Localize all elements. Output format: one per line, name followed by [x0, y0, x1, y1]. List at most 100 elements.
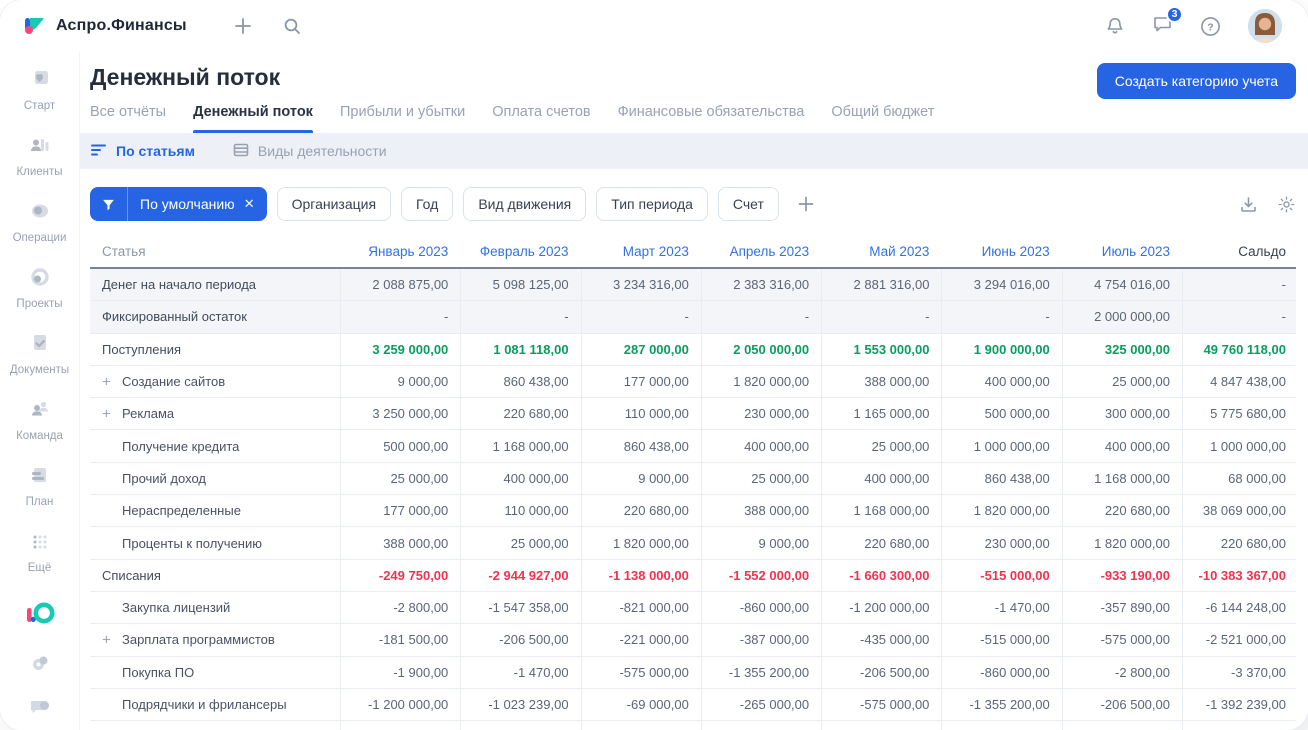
- sidebar-item-label: Проекты: [16, 298, 63, 310]
- row-label: Проценты к получению: [122, 535, 262, 551]
- row-value: 388 000,00: [700, 495, 821, 527]
- filter-chip-year[interactable]: Год: [401, 187, 454, 221]
- row-value: 110 000,00: [580, 398, 701, 430]
- sidebar-item-documents[interactable]: Документы: [1, 324, 79, 383]
- row-value: 1 820 000,00: [941, 495, 1061, 527]
- row-value: -1 900,00: [340, 656, 460, 688]
- row-value: 230 000,00: [941, 527, 1061, 559]
- tab-profit-loss[interactable]: Прибыли и убытки: [340, 104, 465, 133]
- row-value: -860 000,00: [700, 591, 821, 624]
- tab-all-reports[interactable]: Все отчёты: [90, 104, 166, 133]
- row-value: -6 144 248,00: [1181, 721, 1296, 730]
- row-value: -181 500,00: [340, 624, 460, 656]
- expand-plus-icon[interactable]: +: [102, 406, 111, 421]
- row-value: 220 680,00: [580, 495, 701, 527]
- row-value: 5 775 680,00: [1181, 398, 1296, 430]
- row-value: -515 000,00: [941, 624, 1061, 656]
- table-row: + Зарплата программистов -181 500,00 -206 5…: [90, 624, 1296, 657]
- row-value: 9 000,00: [580, 462, 701, 495]
- sidebar-item-operations[interactable]: Операции: [1, 192, 79, 251]
- row-value: -: [941, 301, 1061, 333]
- tab-financial-obligations[interactable]: Финансовые обязательства: [618, 104, 805, 133]
- search-icon[interactable]: [283, 17, 302, 36]
- row-value: 2 088 875,00: [340, 269, 460, 301]
- aspro-product-logo-icon[interactable]: [25, 602, 55, 628]
- row-value: -: [821, 301, 941, 333]
- row-value: -1 547 358,00: [460, 591, 580, 624]
- support-chat-icon[interactable]: [29, 698, 51, 718]
- create-category-button[interactable]: Создать категорию учета: [1096, 63, 1296, 99]
- sidebar-item-team[interactable]: Команда: [1, 390, 79, 449]
- row-value: 1 820 000,00: [1061, 527, 1182, 559]
- row-value: 25 000,00: [700, 462, 821, 495]
- clear-filter-icon[interactable]: ✕: [244, 196, 255, 212]
- row-value: -249 750,00: [340, 559, 460, 591]
- row-value: -1 200 000,00: [821, 591, 941, 624]
- row-value: -206 500,00: [821, 656, 941, 688]
- row-value: 400 000,00: [941, 365, 1061, 398]
- documents-icon: [28, 331, 52, 360]
- sidebar-item-clients[interactable]: Клиенты: [1, 126, 79, 185]
- filter-funnel-icon: [90, 187, 127, 221]
- sidebar-item-label: Ещё: [27, 562, 52, 574]
- row-value: 220 680,00: [1061, 495, 1182, 527]
- page-header: Денежный поток Создать категорию учета В…: [80, 52, 1308, 133]
- table-row: Закупка лицензий -2 800,00 -1 547 358,00 -8…: [90, 591, 1296, 625]
- table-row: Покупка ПО -1 900,00 -1 470,00 -575 000,00-…: [90, 656, 1296, 689]
- row-value: 400 000,00: [821, 462, 941, 495]
- help-icon[interactable]: ?: [1200, 16, 1221, 37]
- table-row: + Реклама 3 250 000,00 220 680,00 110 000,00…: [90, 398, 1296, 431]
- row-value: -2 944 927,00: [460, 559, 580, 591]
- add-filter-icon[interactable]: [796, 194, 816, 214]
- row-value: -2 521 000,00: [1181, 624, 1296, 656]
- messages-chat-icon[interactable]: 3: [1152, 5, 1183, 39]
- operations-icon: [28, 199, 52, 228]
- sidebar-item-start[interactable]: Старт: [1, 60, 79, 119]
- create-plus-icon[interactable]: [233, 16, 253, 36]
- row-value: 2 881 316,00: [821, 269, 941, 301]
- clients-icon: [28, 133, 52, 162]
- table-row: Проценты к получению 388 000,00 25 000,00 1…: [90, 527, 1296, 560]
- expand-plus-icon[interactable]: +: [102, 632, 111, 647]
- row-value: -860 000,00: [700, 721, 821, 730]
- sidebar-item-more[interactable]: Ещё: [1, 522, 79, 581]
- tab-bill-payment[interactable]: Оплата счетов: [492, 104, 590, 133]
- row-value: 25 000,00: [340, 462, 460, 495]
- svg-text:?: ?: [1207, 21, 1213, 33]
- filter-chip-movement-type[interactable]: Вид движения: [463, 187, 587, 221]
- row-value: -575 000,00: [1061, 624, 1182, 656]
- row-value: 1 820 000,00: [700, 365, 821, 398]
- tab-cash-flow[interactable]: Денежный поток: [193, 104, 313, 133]
- filter-chip-organization[interactable]: Организация: [276, 187, 392, 221]
- filter-chip-account[interactable]: Счет: [717, 187, 779, 221]
- table-settings-gear-icon[interactable]: [1277, 195, 1296, 214]
- column-header-month: Март 2023: [622, 243, 689, 259]
- row-label: +Зарплата программистов: [102, 631, 275, 649]
- sidebar-item-projects[interactable]: Проекты: [1, 258, 79, 317]
- row-value: -1 355 200,00: [700, 656, 821, 688]
- app-name: Аспро.Финансы: [56, 17, 187, 34]
- row-label: Получение кредита: [122, 438, 240, 454]
- filter-chip-period-type[interactable]: Тип периода: [596, 187, 708, 221]
- row-value: -2 800,00: [1061, 656, 1182, 688]
- export-download-icon[interactable]: [1239, 195, 1258, 214]
- projects-icon: [28, 265, 52, 294]
- sidebar-item-plan[interactable]: План: [1, 456, 79, 515]
- expand-plus-icon[interactable]: +: [102, 374, 111, 389]
- sidebar-item-label: Операции: [12, 232, 67, 244]
- row-value: -221 000,00: [580, 624, 701, 656]
- user-avatar[interactable]: [1248, 9, 1282, 43]
- settings-gear-icon[interactable]: [29, 652, 51, 674]
- row-value: -1 138 000,00: [580, 559, 701, 591]
- sidebar-item-label: Документы: [9, 364, 70, 376]
- app-window: Аспро.Финансы 3 ? Старт Клиенты Операции…: [0, 0, 1308, 730]
- row-value: 9 000,00: [700, 527, 821, 559]
- active-filter-chip[interactable]: По умолчанию ✕: [90, 187, 267, 221]
- view-mode-activity-types[interactable]: Виды деятельности: [233, 143, 387, 160]
- row-value: -2 800,00: [340, 591, 460, 624]
- notifications-bell-icon[interactable]: [1105, 16, 1125, 36]
- row-value: 2 050 000,00: [700, 333, 821, 365]
- view-mode-strip: По статьям Виды деятельности: [80, 133, 1308, 169]
- view-mode-by-items[interactable]: По статьям: [90, 143, 195, 160]
- tab-general-budget[interactable]: Общий бюджет: [831, 104, 934, 133]
